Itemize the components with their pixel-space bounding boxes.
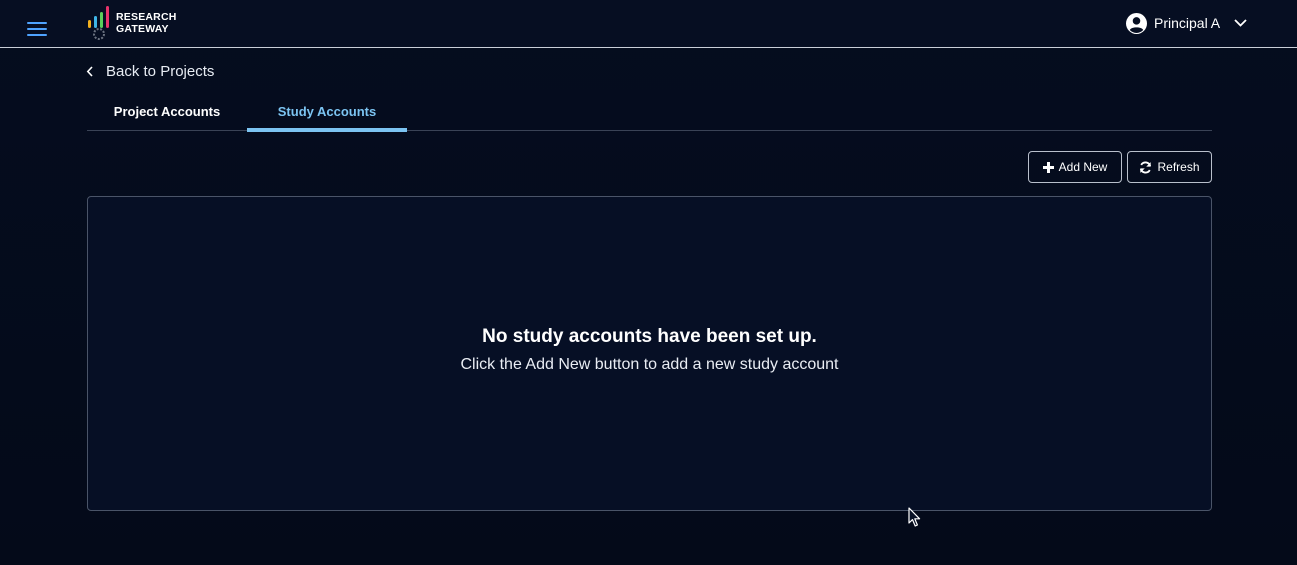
empty-state-title: No study accounts have been set up. — [482, 326, 817, 347]
active-tab-indicator — [247, 128, 407, 132]
mouse-pointer-icon — [908, 507, 921, 527]
user-name: Principal A — [1154, 15, 1221, 31]
hamburger-menu-icon[interactable] — [27, 22, 47, 36]
tab-project-accounts[interactable]: Project Accounts — [87, 92, 247, 130]
back-to-projects-link[interactable]: Back to Projects — [86, 63, 214, 80]
plus-icon — [1042, 161, 1054, 173]
logo-line2: GATEWAY — [116, 23, 169, 35]
back-link-label: Back to Projects — [106, 63, 215, 80]
research-gateway-logo-icon — [88, 6, 109, 40]
user-menu[interactable]: Principal A — [1126, 11, 1247, 35]
chevron-down-icon[interactable] — [1234, 19, 1247, 27]
refresh-button[interactable]: Refresh — [1127, 151, 1212, 183]
account-tabs: Project Accounts Study Accounts — [87, 92, 1212, 132]
add-new-button[interactable]: Add New — [1028, 151, 1122, 183]
top-navbar: RESEARCH GATEWAY Principal A — [0, 0, 1297, 48]
study-accounts-panel: No study accounts have been set up. Clic… — [87, 196, 1212, 511]
refresh-icon — [1140, 160, 1152, 174]
logo-line1: RESEARCH — [116, 11, 177, 23]
empty-state-subtitle: Click the Add New button to add a new st… — [460, 356, 839, 373]
tab-label: Project Accounts — [113, 103, 221, 119]
chevron-left-icon — [86, 66, 93, 77]
logo-text: RESEARCH GATEWAY — [116, 11, 177, 35]
add-new-label: Add New — [1058, 160, 1108, 174]
refresh-label: Refresh — [1157, 160, 1200, 174]
user-circle-icon — [1126, 12, 1147, 34]
tab-label: Study Accounts — [277, 103, 377, 119]
tab-study-accounts[interactable]: Study Accounts — [247, 92, 407, 132]
